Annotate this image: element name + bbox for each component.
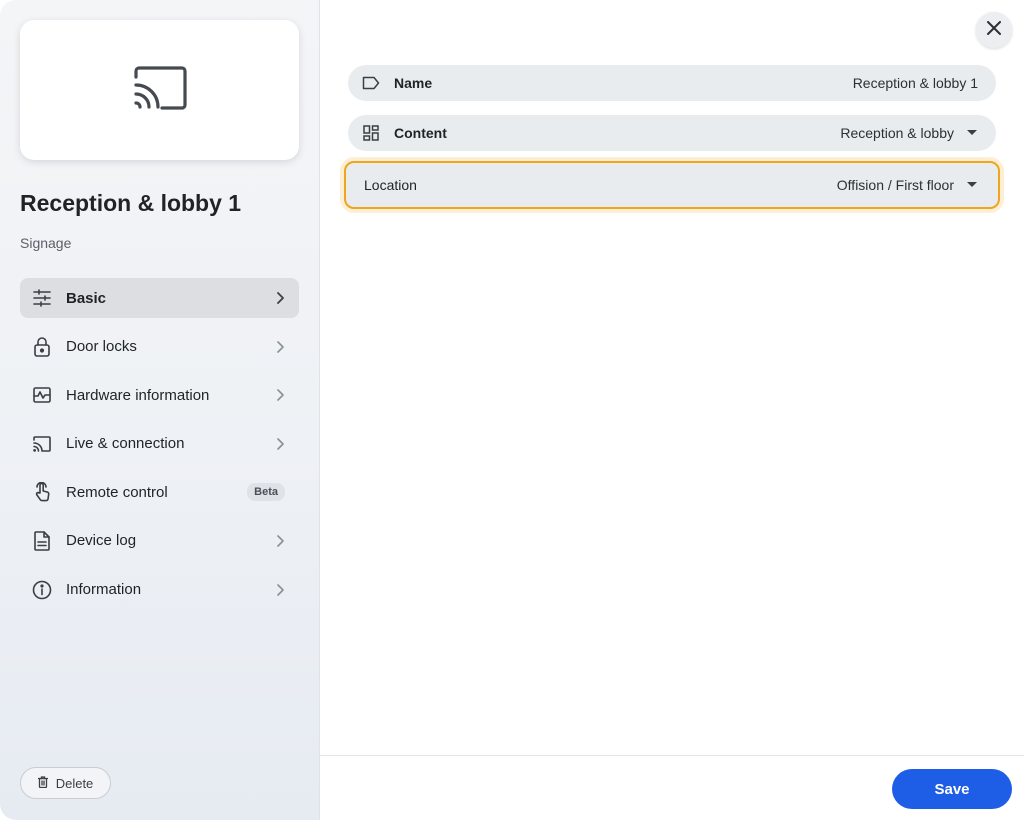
main-panel: Name Reception & lobby 1 Content Recepti…: [320, 0, 1024, 820]
chevron-right-icon: [275, 437, 285, 450]
layout-icon: [362, 124, 380, 142]
close-button[interactable]: [976, 12, 1012, 48]
name-field[interactable]: Name Reception & lobby 1: [348, 65, 996, 101]
lock-icon: [32, 336, 52, 357]
device-type: Signage: [20, 235, 72, 251]
caret-down-icon: [966, 130, 978, 136]
nav-label-device-log: Device log: [66, 532, 137, 550]
device-title: Reception & lobby 1: [20, 190, 242, 216]
delete-label: Delete: [55, 775, 94, 791]
nav-label-information: Information: [66, 581, 142, 599]
footer-bar: Save: [320, 755, 1024, 820]
nav-label-live-connection: Live & connection: [66, 435, 185, 453]
nav-label-door-locks: Door locks: [66, 338, 137, 356]
nav-label-remote-control: Remote control: [66, 483, 168, 501]
cast-icon: [132, 65, 188, 116]
nav-item-live-connection[interactable]: Live & connection: [20, 424, 299, 464]
nav-item-information[interactable]: Information: [20, 570, 299, 610]
name-field-label: Name: [394, 75, 433, 91]
chevron-right-icon: [275, 389, 285, 401]
tag-icon: [362, 74, 380, 92]
document-icon: [32, 531, 52, 551]
nav-item-device-log[interactable]: Device log: [20, 521, 299, 561]
save-button[interactable]: Save: [892, 769, 1012, 809]
beta-badge: Beta: [247, 483, 285, 502]
location-select[interactable]: Location Offision / First floor: [344, 161, 1000, 209]
settings-nav: Basic Door locks Hardware information Li…: [20, 278, 299, 618]
trash-icon: [37, 775, 48, 791]
content-field-value: Reception & lobby: [840, 125, 954, 141]
chevron-right-icon: [275, 583, 285, 596]
chevron-right-icon: [275, 535, 285, 547]
hardware-chart-icon: [32, 385, 52, 405]
cast-icon: [32, 434, 52, 454]
nav-item-door-locks[interactable]: Door locks: [20, 327, 299, 367]
close-icon: [987, 20, 1001, 40]
content-field-label: Content: [394, 125, 447, 141]
nav-item-remote-control[interactable]: Remote control Beta: [20, 472, 299, 512]
nav-item-hardware-information[interactable]: Hardware information: [20, 375, 299, 415]
location-field-label: Location: [364, 177, 417, 193]
info-icon: [32, 580, 52, 600]
delete-button[interactable]: Delete: [20, 767, 111, 799]
sidebar: Reception & lobby 1 Signage Basic Door l…: [0, 0, 320, 820]
location-field-value: Offision / First floor: [836, 177, 954, 193]
chevron-right-icon: [275, 340, 285, 353]
nav-label-hardware-information: Hardware information: [66, 386, 210, 404]
chevron-right-icon: [275, 292, 285, 304]
nav-item-basic[interactable]: Basic: [20, 278, 299, 318]
name-field-value[interactable]: Reception & lobby 1: [853, 75, 978, 91]
device-preview-card: [20, 20, 299, 160]
content-select[interactable]: Content Reception & lobby: [348, 115, 996, 151]
touch-icon: [32, 482, 52, 502]
sliders-icon: [32, 288, 52, 308]
device-settings-modal: Reception & lobby 1 Signage Basic Door l…: [0, 0, 1024, 820]
nav-label-basic: Basic: [66, 289, 107, 307]
caret-down-icon: [966, 182, 978, 188]
